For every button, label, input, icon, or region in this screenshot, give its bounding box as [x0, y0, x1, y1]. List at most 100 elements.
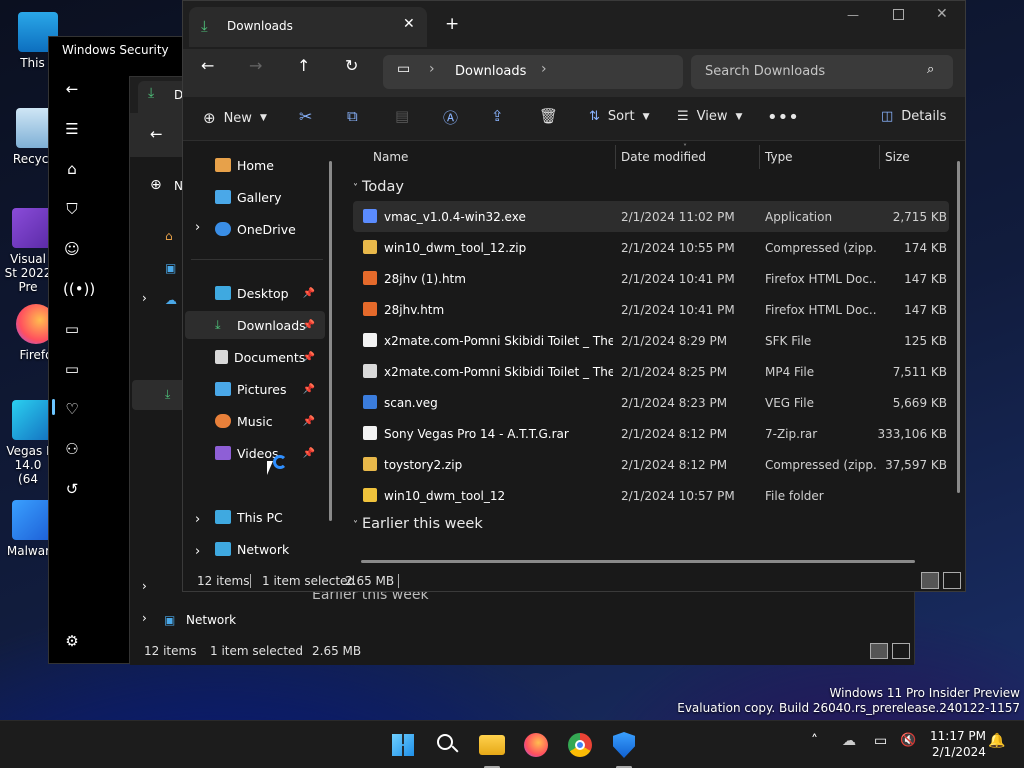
history-icon[interactable]: ↺ — [63, 480, 81, 498]
hamburger-icon[interactable]: ☰ — [63, 120, 81, 138]
file-row[interactable]: toystory2.zip 2/1/2024 8:12 PM Compressed … — [353, 449, 949, 480]
file-row[interactable]: 28jhv.htm 2/1/2024 10:41 PM Firefox HTML D… — [353, 294, 949, 325]
windows-security-taskbar-button[interactable] — [608, 729, 640, 768]
rename-icon[interactable]: Ⓐ — [443, 107, 458, 128]
search-box[interactable]: Search Downloads ⌕ — [691, 55, 953, 89]
nav-item-music[interactable]: Music 📌 — [185, 407, 325, 435]
refresh-icon[interactable]: ↻ — [345, 56, 358, 75]
address-bar[interactable]: ▭ › Downloads › — [383, 55, 683, 89]
pin-icon[interactable]: 📌 — [303, 288, 315, 299]
nav-item-gallery[interactable]: Gallery — [215, 183, 355, 211]
tiles-view-icon[interactable] — [943, 572, 961, 589]
copy-icon[interactable]: ⧉ — [347, 107, 358, 125]
delete-icon[interactable]: 🗑 — [539, 107, 558, 125]
column-header-date[interactable]: Date modified — [621, 141, 706, 173]
chevron-right-icon[interactable]: › — [195, 220, 200, 235]
vertical-scrollbar[interactable] — [957, 161, 960, 493]
maximize-icon[interactable] — [893, 9, 904, 20]
column-header-type[interactable]: Type — [765, 141, 793, 173]
nav-scrollbar[interactable] — [329, 161, 332, 521]
back-icon[interactable]: ← — [63, 80, 81, 98]
pin-icon[interactable]: 📌 — [303, 416, 315, 427]
paste-icon[interactable]: ▤ — [395, 107, 409, 125]
nav-network[interactable]: Network — [186, 613, 236, 627]
nav-item-videos[interactable]: Videos 📌 — [185, 439, 325, 467]
chevron-up-icon[interactable]: ˄ — [811, 733, 818, 749]
tiles-view-icon[interactable] — [892, 643, 910, 659]
file-explorer-taskbar-button[interactable] — [476, 729, 508, 768]
file-name-text: win10_dwm_tool_12 — [384, 489, 506, 503]
new-button[interactable]: ⊕ New ▼ — [203, 109, 267, 127]
view-button[interactable]: ☰ View ▼ — [677, 109, 742, 124]
nav-item-onedrive[interactable]: OneDrive — [215, 215, 355, 243]
family-icon[interactable]: ⚇ — [63, 440, 81, 458]
chevron-right-icon[interactable]: › — [142, 291, 147, 305]
column-header-name[interactable]: Name — [373, 141, 408, 173]
horizontal-scrollbar[interactable] — [361, 560, 915, 563]
account-icon[interactable]: ☺ — [63, 240, 81, 258]
sort-button[interactable]: ⇅ Sort ▼ — [589, 109, 649, 124]
file-row[interactable]: win10_dwm_tool_12.zip 2/1/2024 10:55 PM Co… — [353, 232, 949, 263]
file-row[interactable]: win10_dwm_tool_12 2/1/2024 10:57 PM File f… — [353, 480, 949, 511]
nav-item-home[interactable]: Home — [215, 151, 355, 179]
chevron-right-icon[interactable]: › — [195, 512, 200, 527]
new-icon[interactable]: ⊕ — [150, 177, 162, 193]
start-button[interactable] — [388, 729, 420, 761]
file-row[interactable]: x2mate.com-Pomni Skibidi Toilet _ The A.… — [353, 356, 949, 387]
file-row[interactable]: scan.veg 2/1/2024 8:23 PM VEG File 5,669 KB — [353, 387, 949, 418]
device-icon[interactable]: ▭ — [63, 360, 81, 378]
back-icon[interactable]: ← — [150, 125, 163, 143]
pin-icon[interactable]: 📌 — [303, 352, 315, 363]
up-icon[interactable]: ↑ — [297, 56, 310, 75]
chevron-right-icon[interactable]: › — [142, 611, 147, 625]
nav-item-this-pc[interactable]: This PC — [215, 503, 355, 531]
breadcrumb-downloads[interactable]: Downloads — [455, 64, 526, 79]
settings-icon[interactable]: ⚙ — [63, 632, 81, 650]
health-icon[interactable]: ♡ — [63, 400, 81, 418]
pin-icon[interactable]: 📌 — [303, 320, 315, 331]
forward-icon[interactable]: → — [249, 56, 262, 75]
back-icon[interactable]: ← — [201, 56, 214, 75]
nav-label: Network — [237, 541, 290, 557]
home-icon[interactable]: ⌂ — [63, 160, 81, 178]
volume-muted-icon[interactable]: 🔇 — [900, 733, 916, 748]
nav-item-pictures[interactable]: Pictures 📌 — [185, 375, 325, 403]
cut-icon[interactable]: ✂ — [299, 107, 312, 126]
nav-item-documents[interactable]: Documents 📌 — [185, 343, 325, 371]
file-row[interactable]: 28jhv (1).htm 2/1/2024 10:41 PM Firefox HT… — [353, 263, 949, 294]
pin-icon[interactable]: 📌 — [303, 384, 315, 395]
minimize-icon[interactable]: — — [847, 8, 859, 22]
wifi-icon[interactable]: ((•)) — [63, 280, 95, 298]
chrome-taskbar-button[interactable] — [564, 729, 596, 761]
more-options-icon[interactable]: ••• — [767, 107, 799, 128]
file-row[interactable]: x2mate.com-Pomni Skibidi Toilet _ The A.… — [353, 325, 949, 356]
details-view-icon[interactable] — [921, 572, 939, 589]
file-row[interactable]: vmac_v1.0.4-win32.exe 2/1/2024 11:02 PM Ap… — [353, 201, 949, 232]
cloud-offline-icon[interactable]: ☁ — [842, 733, 856, 749]
file-row[interactable]: Sony Vegas Pro 14 - A.T.T.G.rar 2/1/2024 … — [353, 418, 949, 449]
nav-item-downloads[interactable]: ⤓ Downloads 📌 — [185, 311, 325, 339]
chevron-right-icon[interactable]: › — [142, 579, 147, 593]
notification-bell-icon[interactable]: 🔔 — [988, 733, 1005, 749]
group-today[interactable]: ˅ Today — [353, 179, 404, 195]
search-button[interactable] — [432, 729, 464, 761]
share-icon[interactable]: ⇪ — [491, 107, 504, 125]
network-icon[interactable]: ▭ — [874, 733, 887, 749]
clock-date[interactable]: 2/1/2024 — [932, 745, 986, 759]
tab-downloads[interactable]: ⤓ Downloads ✕ — [189, 7, 427, 47]
column-header-size[interactable]: Size — [885, 141, 910, 173]
shield-icon[interactable]: ⛉ — [63, 200, 81, 218]
details-pane-button[interactable]: ◫ Details — [881, 109, 946, 124]
chevron-right-icon[interactable]: › — [195, 544, 200, 559]
nav-item-desktop[interactable]: Desktop 📌 — [185, 279, 325, 307]
group-earlier[interactable]: ˅ Earlier this week — [353, 516, 483, 532]
app-browser-icon[interactable]: ▭ — [63, 320, 81, 338]
pin-icon[interactable]: 📌 — [303, 448, 315, 459]
clock-time[interactable]: 11:17 PM — [930, 729, 986, 743]
close-window-icon[interactable]: ✕ — [936, 6, 948, 22]
close-tab-icon[interactable]: ✕ — [403, 16, 415, 32]
nav-item-network[interactable]: Network — [215, 535, 355, 563]
new-tab-icon[interactable]: + — [445, 14, 459, 34]
details-view-icon[interactable] — [870, 643, 888, 659]
firefox-taskbar-button[interactable] — [520, 729, 552, 761]
